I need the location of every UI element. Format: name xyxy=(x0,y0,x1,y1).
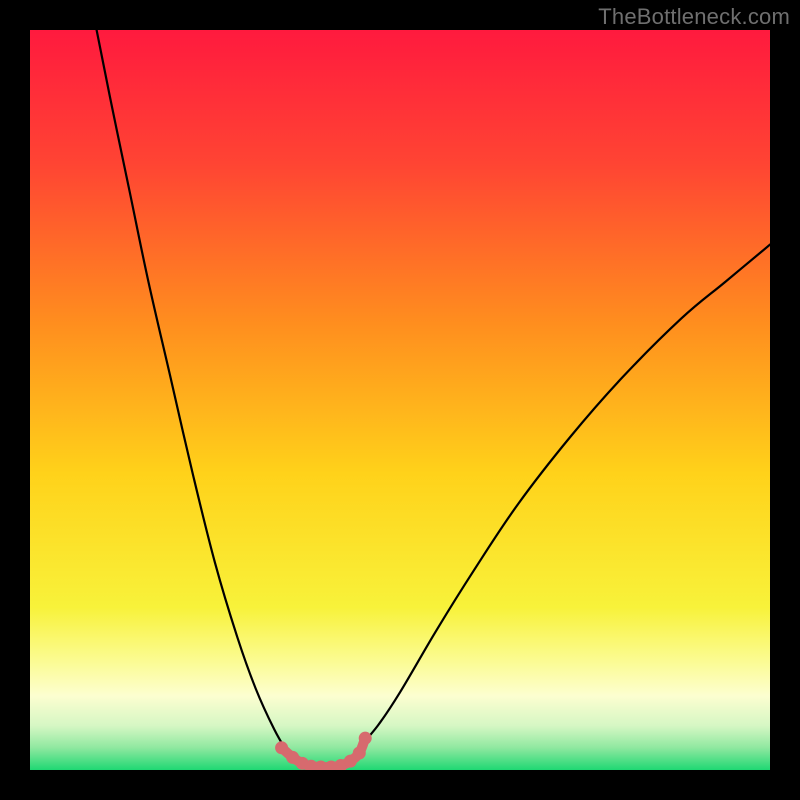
gradient-background xyxy=(30,30,770,770)
plot-area xyxy=(30,30,770,770)
chart-canvas xyxy=(30,30,770,770)
marker-bottom-beads xyxy=(359,732,372,745)
watermark-text: TheBottleneck.com xyxy=(598,4,790,30)
chart-frame: TheBottleneck.com xyxy=(0,0,800,800)
marker-bottom-beads xyxy=(275,741,288,754)
marker-bottom-beads xyxy=(353,746,366,759)
